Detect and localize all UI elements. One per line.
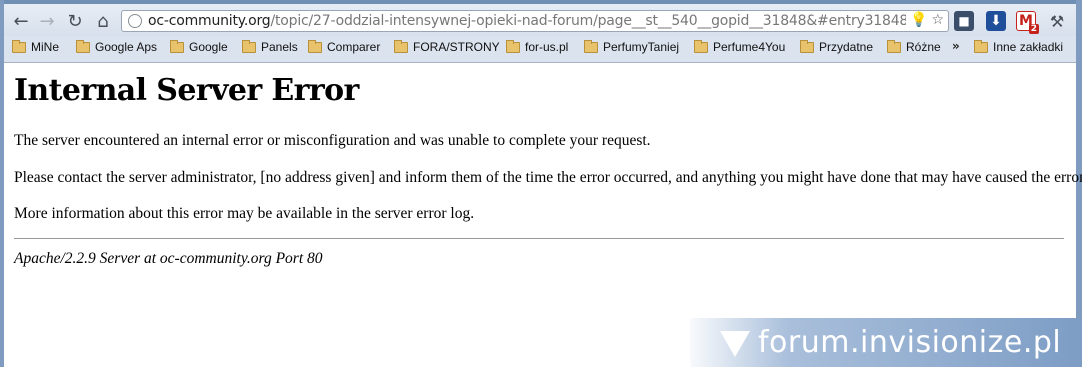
back-arrow-icon: ← xyxy=(13,10,29,32)
bookmark-folder[interactable]: PerfumyTaniej xyxy=(584,39,680,54)
other-bookmarks-folder[interactable]: Inne zakładki xyxy=(974,39,1064,54)
forward-button[interactable]: → xyxy=(36,10,58,32)
bookmark-folder[interactable]: Perfume4You xyxy=(694,39,786,54)
folder-icon xyxy=(394,39,408,53)
bookmarks-bar: MiNe Google Aps Google Panels Comparer F… xyxy=(4,36,1076,63)
folder-icon xyxy=(12,39,26,53)
bookmark-folder[interactable]: Panels xyxy=(242,39,298,54)
bookmark-folder[interactable]: Przydatne xyxy=(800,39,874,54)
page-info-icon[interactable] xyxy=(128,14,142,28)
folder-icon xyxy=(800,39,814,53)
bookmark-folder[interactable]: Comparer xyxy=(308,39,381,54)
bookmark-label: Comparer xyxy=(327,40,381,54)
camera-extension-icon[interactable]: ■ xyxy=(954,11,974,31)
bookmark-label: Różne xyxy=(906,40,941,54)
folder-icon xyxy=(170,39,184,53)
url-path: /topic/27-oddzial-intensywnej-opieki-nad… xyxy=(270,13,909,29)
folder-icon xyxy=(974,39,988,53)
bookmark-label: PerfumyTaniej xyxy=(603,40,680,54)
bookmark-label: Inne zakładki xyxy=(993,40,1064,54)
contact-message: Please contact the server administrator,… xyxy=(14,169,1082,186)
folder-icon xyxy=(506,39,520,53)
folder-icon xyxy=(308,39,322,53)
gmail-unread-badge: 2 xyxy=(1028,24,1039,34)
bookmark-label: MiNe xyxy=(31,40,60,54)
address-bar-url[interactable]: oc-community.org/topic/27-oddzial-intens… xyxy=(148,13,908,29)
back-button[interactable]: ← xyxy=(10,10,32,32)
error-title: Internal Server Error xyxy=(14,73,359,108)
folder-icon xyxy=(584,39,598,53)
bookmark-label: Przydatne xyxy=(819,40,874,54)
server-signature: Apache/2.2.9 Server at oc-community.org … xyxy=(14,250,323,267)
divider xyxy=(14,238,1064,239)
forward-arrow-icon: → xyxy=(39,10,55,32)
gmail-extension-icon[interactable]: M2 xyxy=(1016,11,1039,34)
home-icon: ⌂ xyxy=(97,10,109,32)
home-button[interactable]: ⌂ xyxy=(92,10,114,32)
invisionize-logo-icon xyxy=(720,328,750,358)
log-message: More information about this error may be… xyxy=(14,205,475,222)
bookmark-label: FORA/STRONY xyxy=(413,40,500,54)
reload-button[interactable]: ↻ xyxy=(64,10,86,32)
bookmark-label: Perfume4You xyxy=(713,40,786,54)
bookmark-folder[interactable]: MiNe xyxy=(12,39,60,54)
folder-icon xyxy=(694,39,708,53)
bookmark-label: Google xyxy=(189,40,228,54)
folder-icon xyxy=(76,39,90,53)
bookmark-folder[interactable]: Różne xyxy=(887,39,941,54)
bookmarks-overflow-chevron[interactable]: » xyxy=(952,39,960,53)
browser-toolbar: ← → ↻ ⌂ oc-community.org/topic/27-oddzia… xyxy=(4,4,1076,36)
bookmark-folder[interactable]: Google xyxy=(170,39,228,54)
wrench-icon[interactable]: ⚒ xyxy=(1047,11,1067,31)
folder-icon xyxy=(242,39,256,53)
address-bar-actions: 💡 ☆ xyxy=(906,12,944,28)
bookmark-label: for-us.pl xyxy=(525,40,569,54)
lightbulb-icon[interactable]: 💡 xyxy=(906,12,928,28)
bookmark-folder[interactable]: Google Aps xyxy=(76,39,158,54)
bookmark-folder[interactable]: for-us.pl xyxy=(506,39,569,54)
error-message: The server encountered an internal error… xyxy=(14,132,651,149)
url-host: oc-community.org xyxy=(148,13,271,29)
download-extension-icon[interactable]: ⬇ xyxy=(986,11,1006,31)
forum-watermark: forum.invisionize.pl xyxy=(690,318,1082,367)
watermark-text: forum.invisionize.pl xyxy=(758,325,1062,360)
reload-icon: ↻ xyxy=(67,10,83,32)
bookmark-label: Google Aps xyxy=(95,40,158,54)
address-bar[interactable]: oc-community.org/topic/27-oddzial-intens… xyxy=(121,10,949,32)
bookmark-folder[interactable]: FORA/STRONY xyxy=(394,39,500,54)
folder-icon xyxy=(887,39,901,53)
star-bookmark-icon[interactable]: ☆ xyxy=(931,12,944,28)
bookmark-label: Panels xyxy=(261,40,298,54)
